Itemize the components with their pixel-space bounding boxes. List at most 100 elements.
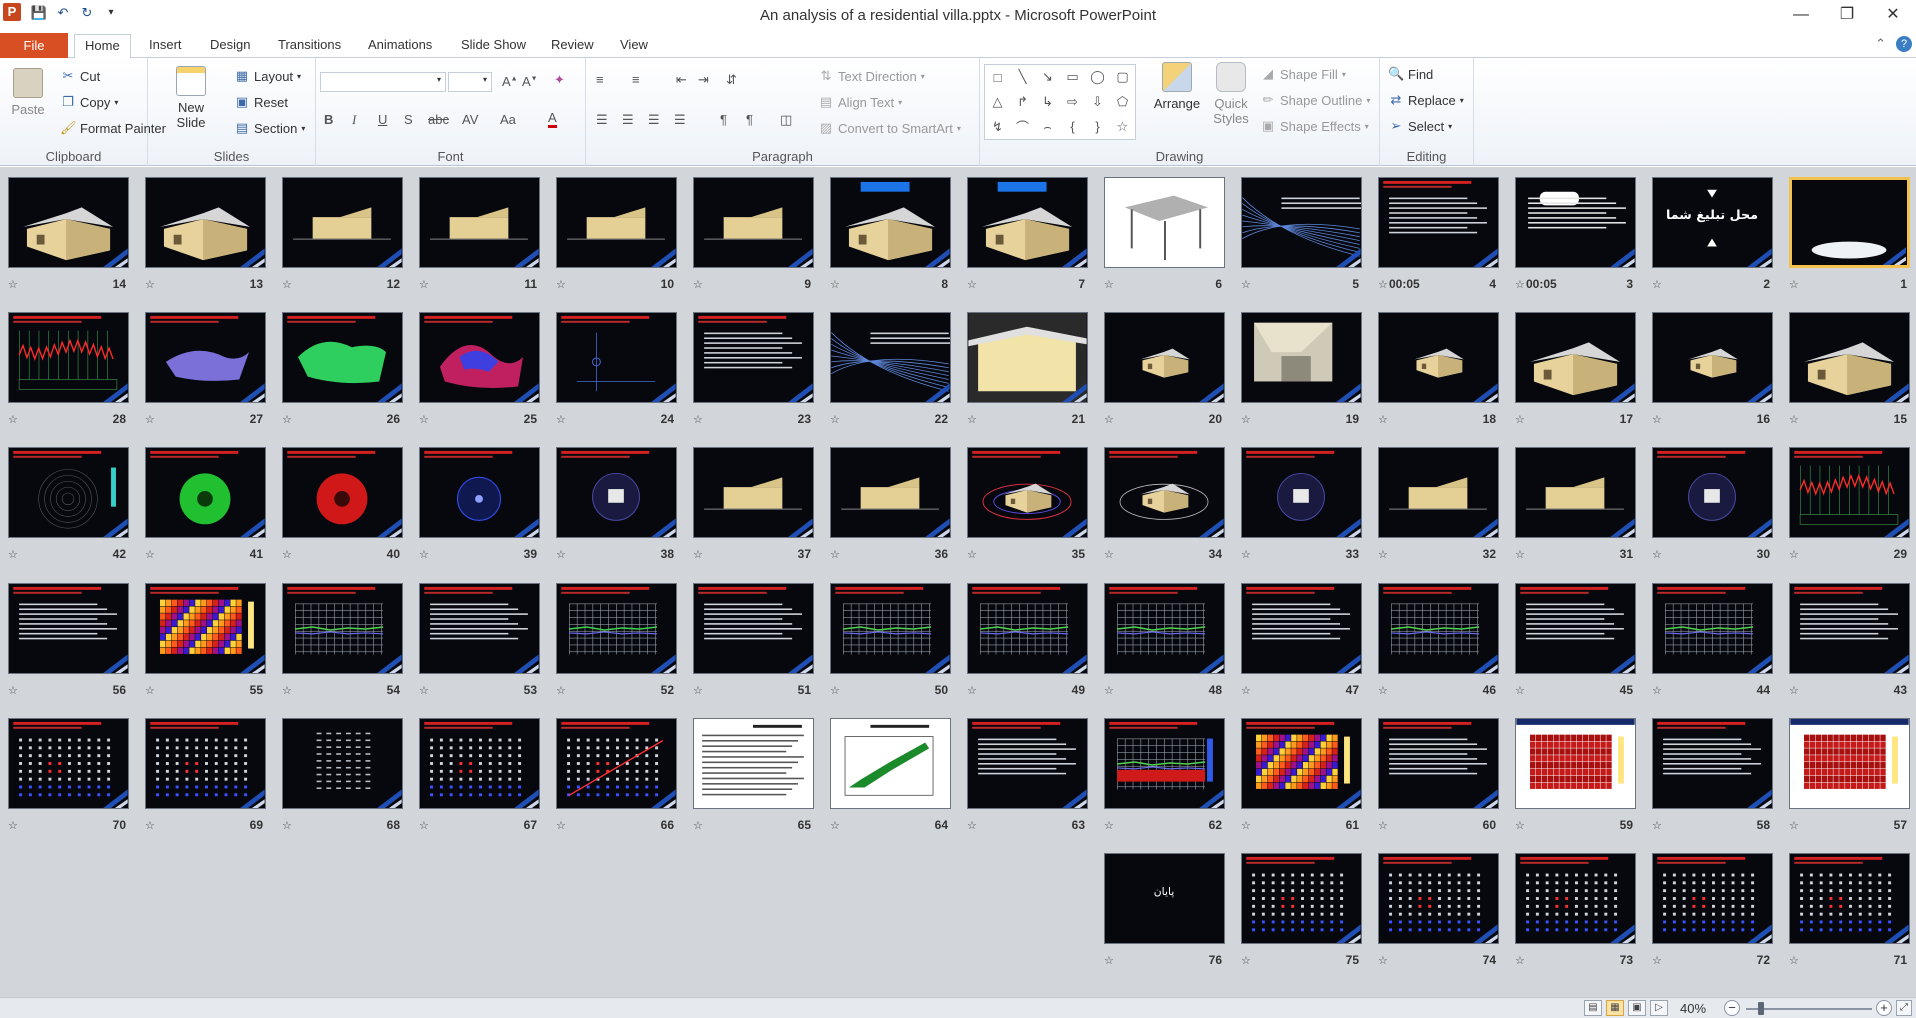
slide-thumbnail-15[interactable]: [1789, 312, 1910, 403]
slide-19-animation-icon[interactable]: ☆: [1241, 413, 1251, 426]
slide-14-animation-icon[interactable]: ☆: [8, 278, 18, 291]
slide-7-animation-icon[interactable]: ☆: [967, 278, 977, 291]
slide-thumbnail-69[interactable]: [145, 718, 266, 809]
bold-button[interactable]: B: [324, 112, 333, 127]
slide-thumbnail-20[interactable]: [1104, 312, 1225, 403]
slide-thumbnail-40[interactable]: [282, 447, 403, 538]
slide-52-animation-icon[interactable]: ☆: [556, 684, 566, 697]
slide-thumbnail-11[interactable]: [419, 177, 540, 268]
triangle-shape-icon[interactable]: △: [993, 94, 1003, 110]
slide-thumbnail-65[interactable]: [693, 718, 814, 809]
decrease-indent-icon[interactable]: ⇤: [676, 72, 687, 88]
quick-styles-button[interactable]: Quick Styles: [1208, 62, 1254, 126]
slide-46-animation-icon[interactable]: ☆: [1378, 684, 1388, 697]
slide-thumbnail-64[interactable]: [830, 718, 951, 809]
copy-button[interactable]: ❐ Copy ▾: [60, 94, 118, 110]
slide-thumbnail-56[interactable]: [8, 583, 129, 674]
slide-10-animation-icon[interactable]: ☆: [556, 278, 566, 291]
slide-thumbnail-22[interactable]: [830, 312, 951, 403]
slide-48-animation-icon[interactable]: ☆: [1104, 684, 1114, 697]
slide-3-animation-icon[interactable]: ☆: [1515, 278, 1525, 291]
slide-37-animation-icon[interactable]: ☆: [693, 548, 703, 561]
zoom-level[interactable]: 40%: [1680, 1001, 1706, 1016]
align-left-icon[interactable]: ☰: [596, 112, 608, 128]
slide-63-animation-icon[interactable]: ☆: [967, 819, 977, 832]
slide-thumbnail-35[interactable]: [967, 447, 1088, 538]
slide-thumbnail-26[interactable]: [282, 312, 403, 403]
strikethrough-button[interactable]: abc: [428, 112, 449, 127]
slide-thumbnail-29[interactable]: [1789, 447, 1910, 538]
layout-button[interactable]: ▦ Layout ▾: [234, 68, 301, 84]
select-button[interactable]: ➢ Select ▾: [1388, 118, 1453, 134]
slide-thumbnail-5[interactable]: [1241, 177, 1362, 268]
slide-thumbnail-76[interactable]: پایان: [1104, 853, 1225, 944]
shadow-button[interactable]: S: [404, 112, 413, 127]
arc-shape-icon[interactable]: ⌢: [1043, 119, 1052, 135]
slide-38-animation-icon[interactable]: ☆: [556, 548, 566, 561]
slide-73-animation-icon[interactable]: ☆: [1515, 954, 1525, 967]
slide-sorter-view-icon[interactable]: ▦: [1606, 1000, 1624, 1016]
slide-54-animation-icon[interactable]: ☆: [282, 684, 292, 697]
slide-71-animation-icon[interactable]: ☆: [1789, 954, 1799, 967]
slide-thumbnail-52[interactable]: [556, 583, 677, 674]
slide-9-animation-icon[interactable]: ☆: [693, 278, 703, 291]
slide-33-animation-icon[interactable]: ☆: [1241, 548, 1251, 561]
slide-thumbnail-18[interactable]: [1378, 312, 1499, 403]
slide-thumbnail-42[interactable]: [8, 447, 129, 538]
numbering-icon[interactable]: ≡: [632, 72, 640, 87]
slide-thumbnail-33[interactable]: [1241, 447, 1362, 538]
slide-thumbnail-61[interactable]: [1241, 718, 1362, 809]
slide-thumbnail-58[interactable]: [1652, 718, 1773, 809]
slide-thumbnail-31[interactable]: [1515, 447, 1636, 538]
slide-41-animation-icon[interactable]: ☆: [145, 548, 155, 561]
align-text-button[interactable]: ▤ Align Text ▾: [818, 94, 902, 110]
slide-thumbnail-54[interactable]: [282, 583, 403, 674]
slide-thumbnail-59[interactable]: [1515, 718, 1636, 809]
shape-outline-button[interactable]: ✏ Shape Outline ▾: [1260, 92, 1371, 108]
slide-thumbnail-70[interactable]: [8, 718, 129, 809]
brace-right-shape-icon[interactable]: }: [1095, 119, 1099, 134]
slide-8-animation-icon[interactable]: ☆: [830, 278, 840, 291]
slide-18-animation-icon[interactable]: ☆: [1378, 413, 1388, 426]
slide-thumbnail-13[interactable]: [145, 177, 266, 268]
slide-61-animation-icon[interactable]: ☆: [1241, 819, 1251, 832]
shape-fill-button[interactable]: ◢ Shape Fill ▾: [1260, 66, 1346, 82]
slide-60-animation-icon[interactable]: ☆: [1378, 819, 1388, 832]
slide-72-animation-icon[interactable]: ☆: [1652, 954, 1662, 967]
slide-thumbnail-46[interactable]: [1378, 583, 1499, 674]
slide-76-animation-icon[interactable]: ☆: [1104, 954, 1114, 967]
italic-button[interactable]: I: [352, 112, 356, 128]
convert-smartart-button[interactable]: ▨ Convert to SmartArt ▾: [818, 120, 961, 136]
font-size-select[interactable]: ▾: [448, 72, 492, 92]
slide-47-animation-icon[interactable]: ☆: [1241, 684, 1251, 697]
clear-formatting-icon[interactable]: ✦: [554, 72, 565, 88]
flowchart-shape-icon[interactable]: ⬠: [1117, 94, 1128, 110]
font-family-select[interactable]: ▾: [320, 72, 446, 92]
slide-thumbnail-68[interactable]: [282, 718, 403, 809]
slide-thumbnail-39[interactable]: [419, 447, 540, 538]
slide-35-animation-icon[interactable]: ☆: [967, 548, 977, 561]
slide-thumbnail-19[interactable]: [1241, 312, 1362, 403]
slide-11-animation-icon[interactable]: ☆: [419, 278, 429, 291]
slide-thumbnail-47[interactable]: [1241, 583, 1362, 674]
slide-45-animation-icon[interactable]: ☆: [1515, 684, 1525, 697]
slide-55-animation-icon[interactable]: ☆: [145, 684, 155, 697]
slide-12-animation-icon[interactable]: ☆: [282, 278, 292, 291]
freeform-shape-icon[interactable]: ⌒: [1016, 117, 1029, 136]
align-center-icon[interactable]: ☰: [622, 112, 634, 128]
normal-view-icon[interactable]: ▤: [1584, 1000, 1602, 1016]
slide-21-animation-icon[interactable]: ☆: [967, 413, 977, 426]
slide-thumbnail-32[interactable]: [1378, 447, 1499, 538]
restore-icon[interactable]: ❐: [1824, 0, 1870, 30]
oval-shape-icon[interactable]: ◯: [1090, 69, 1105, 85]
slide-25-animation-icon[interactable]: ☆: [419, 413, 429, 426]
slide-64-animation-icon[interactable]: ☆: [830, 819, 840, 832]
slide-68-animation-icon[interactable]: ☆: [282, 819, 292, 832]
slideshow-view-icon[interactable]: ▷: [1650, 1000, 1668, 1016]
slide-thumbnail-7[interactable]: [967, 177, 1088, 268]
slide-thumbnail-16[interactable]: [1652, 312, 1773, 403]
justify-icon[interactable]: ☰: [674, 112, 686, 128]
slide-43-animation-icon[interactable]: ☆: [1789, 684, 1799, 697]
tab-view[interactable]: View: [610, 34, 658, 58]
slide-thumbnail-17[interactable]: [1515, 312, 1636, 403]
